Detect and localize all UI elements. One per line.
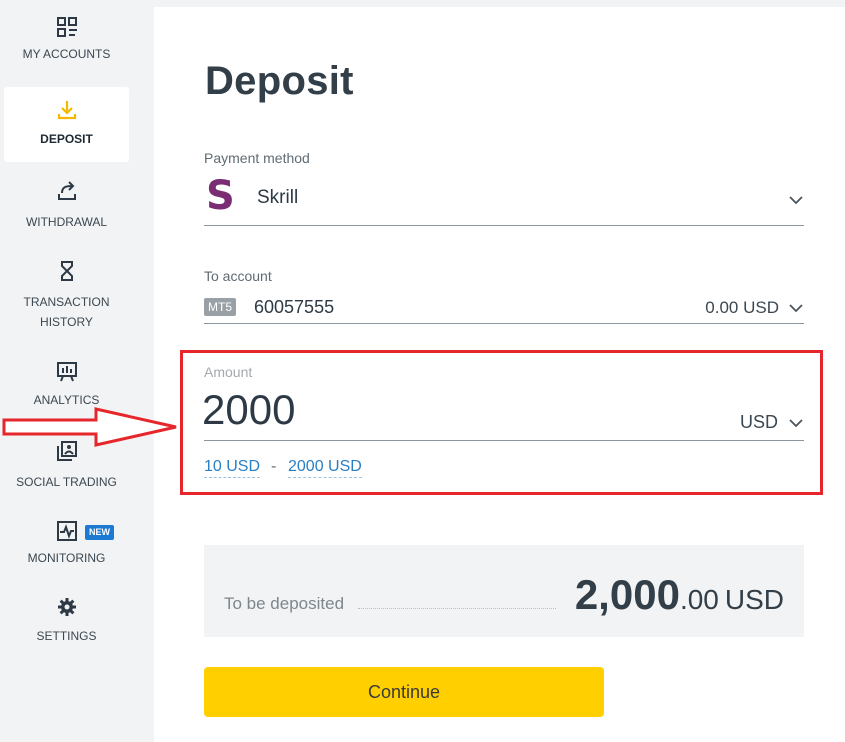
- sidebar-item-label: DEPOSIT: [40, 132, 93, 146]
- annotation-arrow-icon: [2, 407, 177, 447]
- continue-button[interactable]: Continue: [204, 667, 604, 717]
- gear-icon: [57, 598, 76, 616]
- sidebar-item-label: SETTINGS: [36, 629, 97, 643]
- summary-amount-decimals: .00: [679, 584, 719, 615]
- sidebar-item-label: MONITORING: [27, 551, 106, 565]
- page-title: Deposit: [205, 59, 354, 103]
- upload-share-icon: [57, 181, 76, 200]
- to-account-underline: [204, 323, 804, 324]
- summary-label: To be deposited: [224, 594, 345, 613]
- chevron-down-icon[interactable]: [788, 195, 804, 205]
- deposit-summary: To be deposited 2,000.00 USD: [204, 545, 804, 637]
- payment-method-value: Skrill: [257, 187, 299, 208]
- skrill-logo: S: [206, 173, 235, 219]
- sidebar-item-monitoring[interactable]: NEW MONITORING: [4, 520, 129, 575]
- accounts-grid-icon: [56, 17, 77, 37]
- summary-currency: USD: [724, 584, 784, 615]
- account-number: 60057555: [254, 297, 335, 317]
- summary-amount-integer: 2,000: [574, 571, 680, 618]
- sidebar-item-label: WITHDRAWAL: [25, 215, 108, 229]
- mt5-badge: MT5: [204, 298, 236, 316]
- sidebar-item-label: MY ACCOUNTS: [22, 47, 111, 61]
- account-balance: 0.00 USD: [705, 298, 779, 317]
- sidebar-item-label: TRANSACTION HISTORY: [23, 295, 110, 329]
- annotation-highlight-box: [180, 350, 823, 495]
- hourglass-icon: [60, 261, 73, 281]
- new-badge: NEW: [85, 525, 114, 540]
- summary-dotted-leader: [358, 608, 556, 609]
- payment-method-underline: [204, 225, 804, 226]
- download-icon: [57, 101, 76, 120]
- sidebar-item-settings[interactable]: SETTINGS: [4, 596, 129, 651]
- sidebar-item-withdrawal[interactable]: WITHDRAWAL: [4, 180, 129, 235]
- to-account-label: To account: [204, 268, 272, 284]
- sidebar-item-my-accounts[interactable]: MY ACCOUNTS: [4, 16, 129, 76]
- sidebar: MY ACCOUNTS DEPOSIT WITHDRAWAL TRANSACTI…: [0, 0, 133, 742]
- sidebar-item-label: SOCIAL TRADING: [16, 475, 117, 489]
- monitor-pulse-icon: [56, 521, 77, 541]
- sidebar-item-deposit[interactable]: DEPOSIT: [4, 87, 129, 162]
- summary-amount: 2,000.00 USD: [575, 571, 784, 619]
- sidebar-item-transaction-history[interactable]: TRANSACTION HISTORY: [4, 260, 129, 335]
- chevron-down-icon[interactable]: [788, 303, 804, 313]
- payment-method-label: Payment method: [204, 150, 310, 166]
- chart-board-icon: [56, 362, 77, 382]
